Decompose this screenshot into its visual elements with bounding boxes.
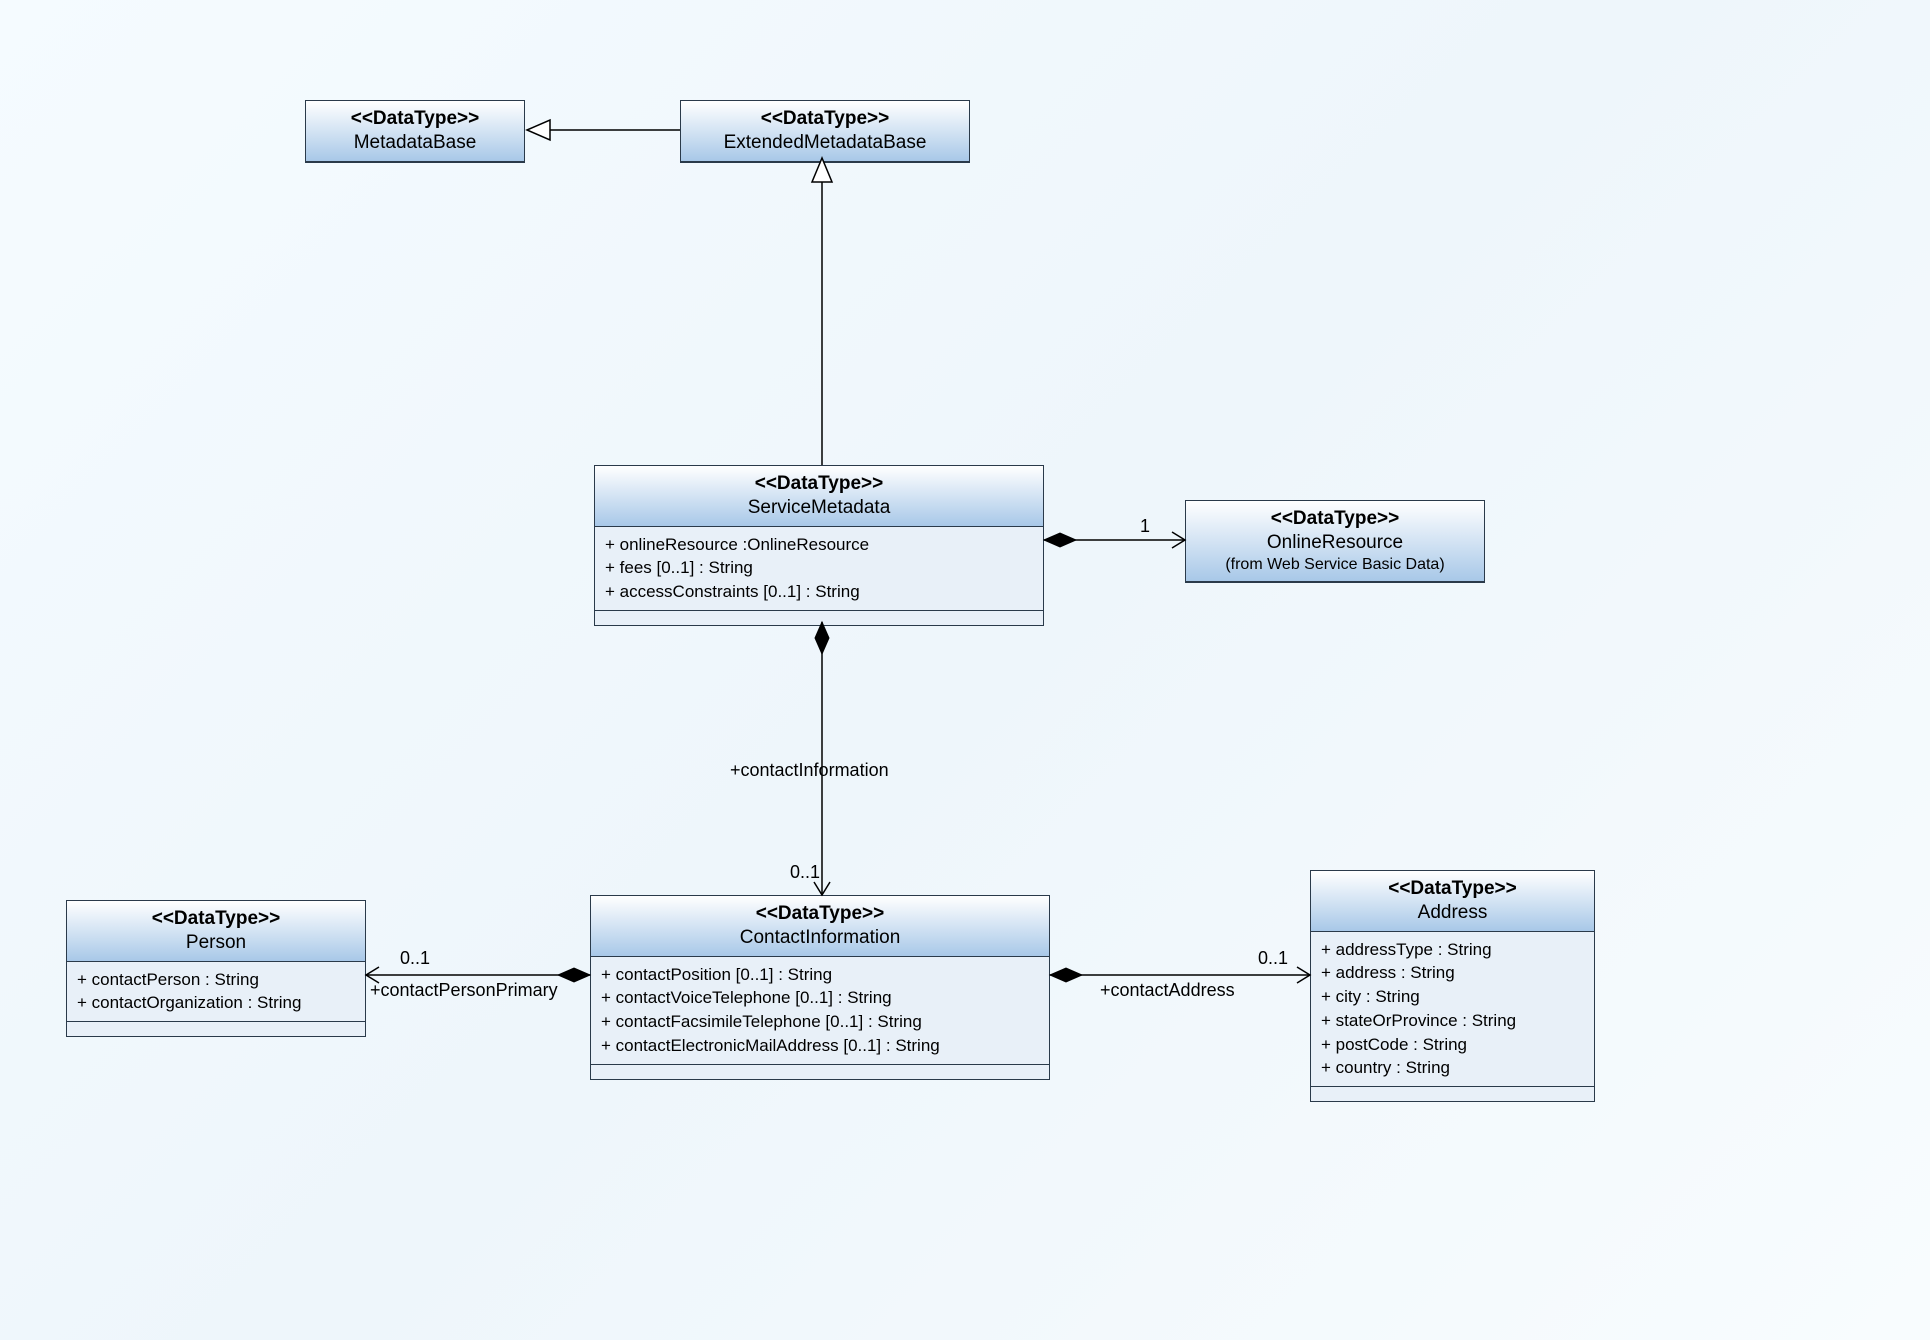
stereotype: <<DataType>> <box>77 907 355 931</box>
attr: + contactPosition [0..1] : String <box>601 963 1039 987</box>
class-name: ServiceMetadata <box>605 496 1033 520</box>
attr: + address : String <box>1321 961 1584 985</box>
class-name: ContactInformation <box>601 926 1039 950</box>
attr: + contactPerson : String <box>77 968 355 992</box>
class-attributes: + addressType : String + address : Strin… <box>1311 932 1594 1088</box>
stereotype: <<DataType>> <box>691 107 959 131</box>
stereotype: <<DataType>> <box>1321 877 1584 901</box>
class-extended-metadata-base: <<DataType>> ExtendedMetadataBase <box>680 100 970 163</box>
multiplicity-label: 0..1 <box>790 862 820 883</box>
diamond-composition <box>1050 968 1082 982</box>
class-name: Address <box>1321 901 1584 925</box>
arrowhead-generalization <box>527 120 550 140</box>
multiplicity-label: 0..1 <box>1258 948 1288 969</box>
connectors-layer <box>0 0 1930 1340</box>
role-label: +contactInformation <box>730 760 889 781</box>
class-name: OnlineResource <box>1196 531 1474 555</box>
class-service-metadata: <<DataType>> ServiceMetadata + onlineRes… <box>594 465 1044 626</box>
attr: + postCode : String <box>1321 1033 1584 1057</box>
class-from: (from Web Service Basic Data) <box>1196 555 1474 575</box>
attr: + stateOrProvince : String <box>1321 1009 1584 1033</box>
class-attributes: + onlineResource :OnlineResource + fees … <box>595 527 1043 611</box>
role-label: +contactAddress <box>1100 980 1235 1001</box>
class-online-resource: <<DataType>> OnlineResource (from Web Se… <box>1185 500 1485 583</box>
class-attributes: + contactPerson : String + contactOrgani… <box>67 962 365 1023</box>
stereotype: <<DataType>> <box>605 472 1033 496</box>
diamond-composition <box>815 622 829 654</box>
attr: + city : String <box>1321 985 1584 1009</box>
attr: + contactVoiceTelephone [0..1] : String <box>601 986 1039 1010</box>
stereotype: <<DataType>> <box>1196 507 1474 531</box>
class-operations <box>1311 1087 1594 1101</box>
class-name: MetadataBase <box>316 131 514 155</box>
class-operations <box>67 1022 365 1036</box>
class-contact-information: <<DataType>> ContactInformation + contac… <box>590 895 1050 1080</box>
attr: + contactFacsimileTelephone [0..1] : Str… <box>601 1010 1039 1034</box>
class-metadata-base: <<DataType>> MetadataBase <box>305 100 525 163</box>
stereotype: <<DataType>> <box>316 107 514 131</box>
arrowhead-open <box>1297 967 1310 983</box>
attr: + accessConstraints [0..1] : String <box>605 580 1033 604</box>
class-address: <<DataType>> Address + addressType : Str… <box>1310 870 1595 1102</box>
arrowhead-open <box>1172 532 1185 548</box>
role-label: +contactPersonPrimary <box>370 980 558 1001</box>
class-attributes: + contactPosition [0..1] : String + cont… <box>591 957 1049 1065</box>
attr: + contactOrganization : String <box>77 991 355 1015</box>
diamond-composition <box>1044 533 1076 547</box>
multiplicity-label: 1 <box>1140 516 1150 537</box>
attr: + addressType : String <box>1321 938 1584 962</box>
attr: + country : String <box>1321 1056 1584 1080</box>
class-name: ExtendedMetadataBase <box>691 131 959 155</box>
attr: + contactElectronicMailAddress [0..1] : … <box>601 1034 1039 1058</box>
class-operations <box>595 611 1043 625</box>
stereotype: <<DataType>> <box>601 902 1039 926</box>
attr: + onlineResource :OnlineResource <box>605 533 1033 557</box>
class-operations <box>591 1065 1049 1079</box>
diamond-composition <box>558 968 590 982</box>
attr: + fees [0..1] : String <box>605 556 1033 580</box>
multiplicity-label: 0..1 <box>400 948 430 969</box>
class-name: Person <box>77 931 355 955</box>
arrowhead-open <box>814 882 830 895</box>
class-person: <<DataType>> Person + contactPerson : St… <box>66 900 366 1037</box>
